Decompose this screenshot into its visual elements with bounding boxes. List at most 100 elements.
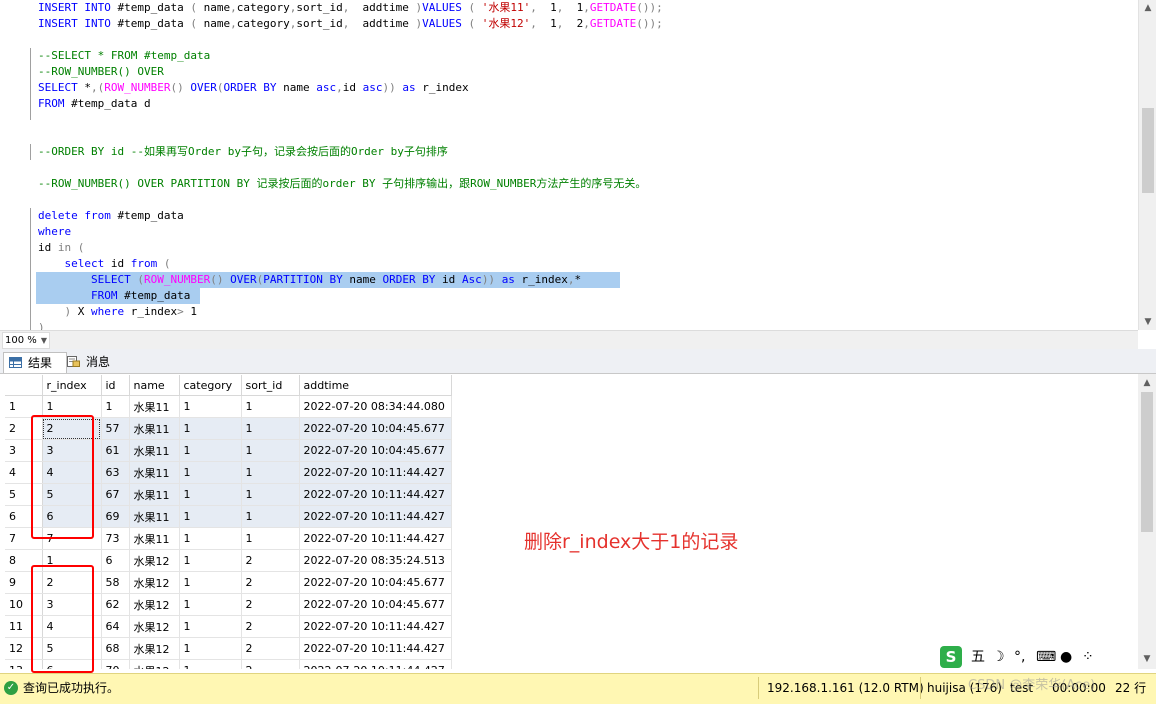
- table-cell[interactable]: 2: [241, 659, 300, 669]
- table-cell[interactable]: 2: [241, 593, 300, 616]
- table-cell[interactable]: 63: [101, 461, 130, 484]
- table-cell[interactable]: 58: [101, 571, 130, 594]
- table-cell[interactable]: 1: [101, 395, 130, 418]
- column-header-r-index[interactable]: r_index: [42, 375, 102, 396]
- code-line[interactable]: --ROW_NUMBER() OVER: [38, 64, 164, 80]
- table-cell[interactable]: 2022-07-20 10:11:44.427: [299, 637, 452, 660]
- scroll-up-icon[interactable]: ▲: [1139, 0, 1156, 16]
- grid-vertical-scrollbar[interactable]: ▲ ▼: [1138, 374, 1156, 669]
- table-cell[interactable]: 62: [101, 593, 130, 616]
- table-cell[interactable]: 2022-07-20 08:35:24.513: [299, 549, 452, 572]
- results-grid[interactable]: r_index id name category sort_id addtime 111水…: [0, 374, 1138, 669]
- sogou-logo-icon[interactable]: S: [940, 646, 962, 668]
- table-cell[interactable]: 1: [179, 439, 242, 462]
- column-header-id[interactable]: id: [101, 375, 130, 396]
- table-cell[interactable]: 1: [179, 637, 242, 660]
- punctuation-icon[interactable]: °,: [1014, 647, 1025, 667]
- table-cell[interactable]: 2022-07-20 10:11:44.427: [299, 527, 452, 550]
- table-cell[interactable]: 水果12: [129, 615, 180, 638]
- table-cell[interactable]: 2022-07-20 10:04:45.677: [299, 417, 452, 440]
- table-cell[interactable]: 水果11: [129, 461, 180, 484]
- table-cell[interactable]: 2022-07-20 10:11:44.427: [299, 461, 452, 484]
- table-cell[interactable]: 水果12: [129, 637, 180, 660]
- scroll-down-icon[interactable]: ▼: [1139, 314, 1156, 330]
- table-cell[interactable]: 1: [179, 461, 242, 484]
- table-cell[interactable]: 2022-07-20 10:11:44.427: [299, 483, 452, 506]
- ime-mode[interactable]: 五: [971, 647, 985, 667]
- code-line[interactable]: --ORDER BY id --如果再写Order by子句，记录会按后面的Or…: [38, 144, 448, 160]
- tab-results[interactable]: 结果: [3, 352, 67, 373]
- keyboard-icon[interactable]: ⌨: [1036, 647, 1056, 667]
- table-cell[interactable]: 1: [179, 395, 242, 418]
- code-line[interactable]: ): [38, 320, 45, 330]
- scroll-down-icon[interactable]: ▼: [1138, 651, 1156, 667]
- table-cell[interactable]: 2022-07-20 10:04:45.677: [299, 571, 452, 594]
- column-header-category[interactable]: category: [179, 375, 242, 396]
- editor-horizontal-scrollbar[interactable]: [55, 335, 1130, 346]
- table-cell[interactable]: 6: [101, 549, 130, 572]
- table-cell[interactable]: 1: [241, 527, 300, 550]
- scroll-thumb[interactable]: [1141, 392, 1153, 532]
- table-cell[interactable]: 2022-07-20 10:11:44.427: [299, 505, 452, 528]
- table-cell[interactable]: 水果12: [129, 659, 180, 669]
- apps-icon[interactable]: ⁘: [1082, 647, 1094, 667]
- scroll-thumb[interactable]: [1142, 108, 1154, 193]
- table-cell[interactable]: 水果11: [129, 505, 180, 528]
- code-lines[interactable]: INSERT INTO #temp_data ( name,category,s…: [0, 0, 1138, 330]
- table-cell[interactable]: 1: [179, 483, 242, 506]
- code-line[interactable]: --ROW_NUMBER() OVER PARTITION BY 记录按后面的o…: [38, 176, 646, 192]
- table-cell[interactable]: 水果11: [129, 395, 180, 418]
- table-cell[interactable]: 70: [101, 659, 130, 669]
- table-cell[interactable]: 2022-07-20 10:11:44.427: [299, 659, 452, 669]
- tab-messages[interactable]: 消息: [62, 352, 122, 372]
- code-line[interactable]: delete from #temp_data: [38, 208, 184, 224]
- sql-editor[interactable]: INSERT INTO #temp_data ( name,category,s…: [0, 0, 1156, 330]
- table-cell[interactable]: 73: [101, 527, 130, 550]
- table-cell[interactable]: 水果11: [129, 527, 180, 550]
- moon-icon[interactable]: ☽: [992, 647, 1005, 667]
- table-cell[interactable]: 68: [101, 637, 130, 660]
- table-cell[interactable]: 1: [241, 483, 300, 506]
- table-cell[interactable]: 2022-07-20 10:11:44.427: [299, 615, 452, 638]
- table-cell[interactable]: 64: [101, 615, 130, 638]
- table-cell[interactable]: 2022-07-20 10:04:45.677: [299, 593, 452, 616]
- column-header-name[interactable]: name: [129, 375, 180, 396]
- table-cell[interactable]: 1: [241, 395, 300, 418]
- table-cell[interactable]: 1: [179, 615, 242, 638]
- table-cell[interactable]: 水果12: [129, 549, 180, 572]
- editor-vertical-scrollbar[interactable]: ▲ ▼: [1138, 0, 1156, 330]
- table-cell[interactable]: 1: [241, 439, 300, 462]
- code-line[interactable]: where: [38, 224, 71, 240]
- table-cell[interactable]: 1: [179, 527, 242, 550]
- code-line[interactable]: id in (: [38, 240, 84, 256]
- table-cell[interactable]: 1: [179, 659, 242, 669]
- zoom-select[interactable]: 100 % ▼: [2, 332, 50, 349]
- table-cell[interactable]: 69: [101, 505, 130, 528]
- table-cell[interactable]: 水果11: [129, 439, 180, 462]
- table-cell[interactable]: 水果12: [129, 571, 180, 594]
- column-header-addtime[interactable]: addtime: [299, 375, 452, 396]
- table-cell[interactable]: 1: [179, 417, 242, 440]
- code-line[interactable]: --SELECT * FROM #temp_data: [38, 48, 210, 64]
- row-header-corner[interactable]: [5, 375, 43, 396]
- table-cell[interactable]: 1: [241, 461, 300, 484]
- table-cell[interactable]: 水果11: [129, 483, 180, 506]
- table-cell[interactable]: 2: [241, 615, 300, 638]
- code-line[interactable]: FROM #temp_data: [38, 288, 190, 304]
- code-line[interactable]: INSERT INTO #temp_data ( name,category,s…: [38, 16, 663, 32]
- table-cell[interactable]: 2: [241, 549, 300, 572]
- table-cell[interactable]: 61: [101, 439, 130, 462]
- code-line[interactable]: ) X where r_index> 1: [38, 304, 197, 320]
- table-cell[interactable]: 1: [179, 505, 242, 528]
- table-cell[interactable]: 2: [241, 637, 300, 660]
- table-cell[interactable]: 2022-07-20 10:04:45.677: [299, 439, 452, 462]
- table-cell[interactable]: 67: [101, 483, 130, 506]
- table-cell[interactable]: 57: [101, 417, 130, 440]
- table-cell[interactable]: 水果12: [129, 593, 180, 616]
- table-cell[interactable]: 水果11: [129, 417, 180, 440]
- table-cell[interactable]: 1: [179, 593, 242, 616]
- column-header-sort-id[interactable]: sort_id: [241, 375, 300, 396]
- table-cell[interactable]: 2: [241, 571, 300, 594]
- code-line[interactable]: INSERT INTO #temp_data ( name,category,s…: [38, 0, 663, 16]
- code-line[interactable]: SELECT *,(ROW_NUMBER() OVER(ORDER BY nam…: [38, 80, 469, 96]
